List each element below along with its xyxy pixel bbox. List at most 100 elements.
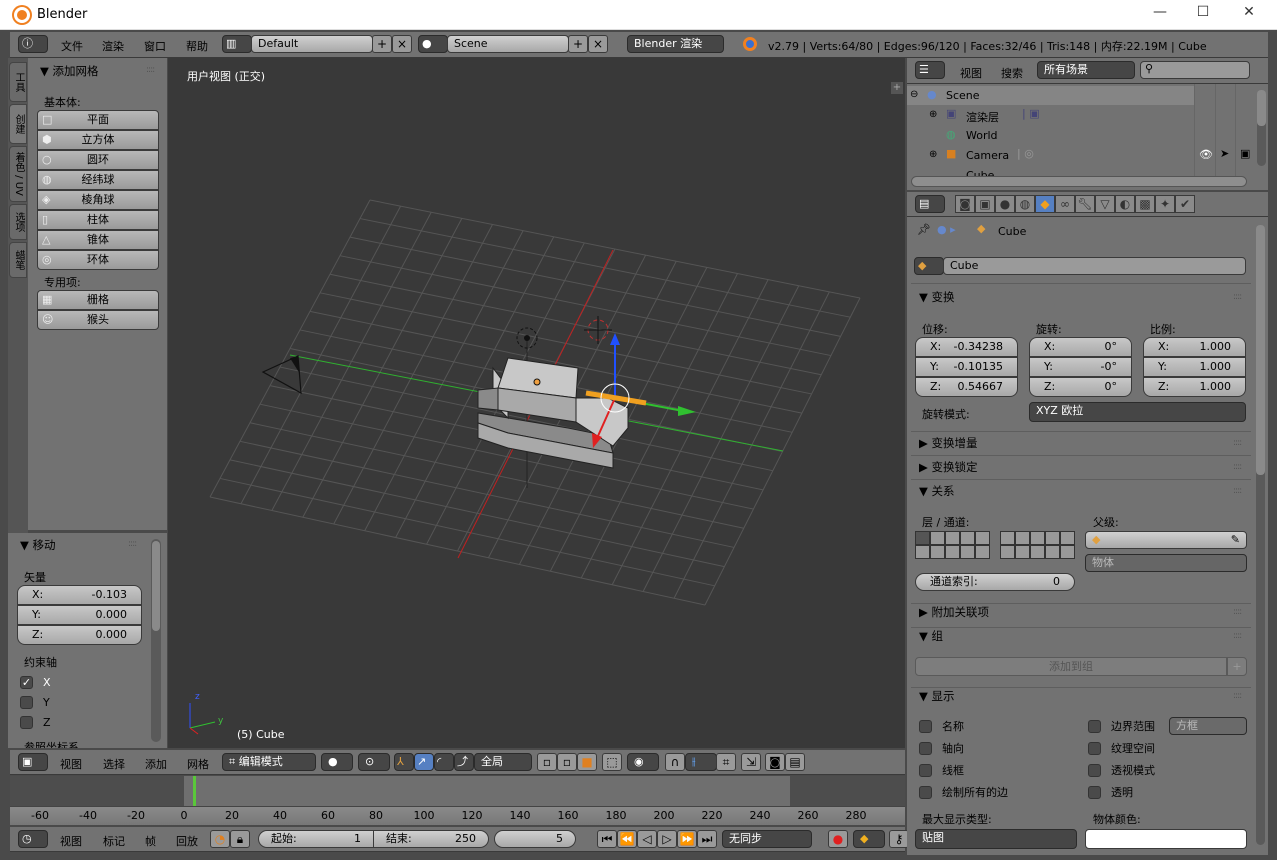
add-mesh-header[interactable]: ▼ 添加网格 — [40, 63, 99, 79]
keying-set-icon[interactable]: ◆ — [853, 830, 885, 848]
tab-shading-uv[interactable]: 着色 / UV — [9, 146, 27, 202]
layer-button[interactable] — [1060, 545, 1075, 559]
layer-button[interactable] — [1000, 545, 1015, 559]
add-group-plus-icon[interactable]: + — [1227, 657, 1247, 676]
layer-button[interactable] — [1045, 531, 1060, 545]
menu-render[interactable]: 渲染 — [102, 38, 124, 54]
face-select-icon[interactable]: ■ — [577, 753, 597, 771]
value-field[interactable]: X: 1.000 — [1143, 337, 1246, 357]
play-icon[interactable]: ▷ — [657, 830, 677, 848]
shading-select[interactable]: ● — [321, 753, 353, 771]
layer-button[interactable] — [915, 531, 930, 545]
timeline-ruler[interactable]: -60 -40 -20 0 20 40 60 80 100 120 140 16… — [10, 806, 905, 825]
layer-button[interactable] — [1000, 531, 1015, 545]
value-field[interactable]: X: -0.34238 — [915, 337, 1018, 357]
layer-button[interactable] — [1060, 531, 1075, 545]
tab-constraints-icon[interactable]: ∞ — [1055, 195, 1075, 213]
add-primitive-button[interactable]: △ 锥体 — [37, 230, 159, 250]
tab-physics-icon[interactable]: ✔ — [1175, 195, 1195, 213]
minimize-button[interactable]: — — [1145, 4, 1175, 26]
tab-texture-icon[interactable]: ▩ — [1135, 195, 1155, 213]
eyedropper-icon[interactable]: ✎ — [1231, 532, 1240, 548]
transform-locks-header[interactable]: ▶ 变换锁定 — [919, 459, 978, 475]
properties-scrollbar[interactable] — [1256, 225, 1265, 845]
tab-particles-icon[interactable]: ✦ — [1155, 195, 1175, 213]
add-primitive-button[interactable]: ▯ 柱体 — [37, 210, 159, 230]
display-name-checkbox[interactable]: 名称 — [919, 715, 964, 737]
display-wire-checkbox[interactable]: 线框 — [919, 759, 964, 781]
jump-start-icon[interactable]: ⏮ — [597, 830, 617, 848]
layer-button[interactable] — [915, 545, 930, 559]
relations-header[interactable]: ▼ 关系 — [919, 483, 955, 499]
menu-view[interactable]: 视图 — [60, 756, 82, 772]
add-primitive-button[interactable]: ◈ 棱角球 — [37, 190, 159, 210]
display-all-edges-checkbox[interactable]: 绘制所有的边 — [919, 781, 1008, 803]
lock-icon[interactable]: 🔒︎ — [230, 830, 250, 848]
3d-viewport[interactable]: 用户视图 (正交) (5) Cube z y + — [168, 58, 905, 748]
properties-editor-icon[interactable]: ▤ — [915, 195, 945, 213]
add-primitive-button[interactable]: □ 平面 — [37, 110, 159, 130]
snap-element-select[interactable]: ⫲ — [685, 753, 717, 771]
value-field[interactable]: X: 0° — [1029, 337, 1132, 357]
preview-range-icon[interactable]: ◔ — [210, 830, 230, 848]
pass-index-field[interactable]: 通道索引: 0 — [915, 573, 1075, 591]
value-field[interactable]: Z: 0.54667 — [915, 377, 1018, 397]
add-special-button[interactable]: ☺ 猴头 — [37, 310, 159, 330]
groups-header[interactable]: ▼ 组 — [919, 628, 943, 644]
layer-button[interactable] — [1030, 545, 1045, 559]
object-name-field[interactable]: Cube — [943, 257, 1246, 275]
tab-scene-icon[interactable]: ● — [995, 195, 1015, 213]
max-draw-select[interactable]: 贴图 — [915, 829, 1077, 849]
scene-field[interactable]: Scene — [447, 35, 569, 53]
viewport-canvas[interactable] — [168, 58, 905, 748]
tab-world-icon[interactable]: ◍ — [1015, 195, 1035, 213]
menu-add[interactable]: 添加 — [145, 756, 167, 772]
outliner-search-input[interactable]: ⚲ — [1140, 61, 1250, 79]
snap-magnet-icon[interactable]: ∩ — [665, 753, 685, 771]
value-field[interactable]: Z: 1.000 — [1143, 377, 1246, 397]
layer-button[interactable] — [975, 531, 990, 545]
bounds-type-select[interactable]: 方框 — [1169, 717, 1247, 735]
operator-scrollbar[interactable] — [151, 539, 161, 742]
info-editor-icon[interactable]: ⓘ — [18, 35, 48, 53]
tab-modifiers-icon[interactable]: 🔧︎ — [1075, 195, 1095, 213]
constraint-checkbox[interactable]: ✓ X — [20, 672, 51, 692]
drag-grip-icon[interactable]: :::: — [146, 65, 155, 75]
delete-scene-icon[interactable]: × — [588, 35, 608, 53]
layer-button[interactable] — [1030, 531, 1045, 545]
add-primitive-button[interactable]: ◎ 环体 — [37, 250, 159, 270]
render-camera-icon[interactable]: ◙ — [765, 753, 785, 771]
layer-button[interactable] — [930, 545, 945, 559]
start-frame-field[interactable]: 起始: 1 — [258, 830, 374, 848]
constraint-checkbox[interactable]: Z — [20, 712, 51, 732]
snap-target-icon[interactable]: ⌗ — [716, 753, 736, 771]
display-transparent-checkbox[interactable]: 透明 — [1088, 781, 1133, 803]
drag-grip-icon[interactable]: :::: — [128, 539, 137, 549]
sync-select[interactable]: 无同步 — [722, 830, 812, 848]
maximize-button[interactable]: ☐ — [1188, 4, 1218, 26]
close-button[interactable]: ✕ — [1234, 4, 1264, 26]
jump-keyframe-forward-icon[interactable]: ⏩ — [677, 830, 697, 848]
drag-grip-icon[interactable]: :::: — [1233, 292, 1242, 302]
delta-transform-header[interactable]: ▶ 变换增量 — [919, 435, 978, 451]
timeline-clock-icon[interactable]: ◷ — [18, 830, 48, 848]
parent-type-select[interactable]: 物体 — [1085, 554, 1247, 572]
record-icon[interactable]: ● — [828, 830, 848, 848]
rotate-icon[interactable]: ◜ — [434, 753, 454, 771]
occlude-geometry-icon[interactable]: ⬚ — [602, 753, 622, 771]
outliner-item-render-layers[interactable]: 渲染层 — [966, 109, 999, 125]
play-reverse-icon[interactable]: ◁ — [637, 830, 657, 848]
value-field[interactable]: Y: 0.000 — [17, 605, 142, 625]
add-primitive-button[interactable]: ○ 圆环 — [37, 150, 159, 170]
value-field[interactable]: Y: 1.000 — [1143, 357, 1246, 377]
tab-data-icon[interactable]: ▽ — [1095, 195, 1115, 213]
add-primitive-button[interactable]: ⬢ 立方体 — [37, 130, 159, 150]
selectable-cursor-icon[interactable]: ➤ — [1220, 147, 1229, 160]
layer-button[interactable] — [1045, 545, 1060, 559]
manipulator-toggle-icon[interactable]: ⅄ — [394, 753, 414, 771]
current-frame-marker[interactable] — [193, 776, 196, 806]
layer-button[interactable] — [960, 545, 975, 559]
add-special-button[interactable]: ▦ 栅格 — [37, 290, 159, 310]
vertex-select-icon[interactable]: ▫ — [537, 753, 557, 771]
outliner-menu-view[interactable]: 视图 — [960, 65, 982, 81]
